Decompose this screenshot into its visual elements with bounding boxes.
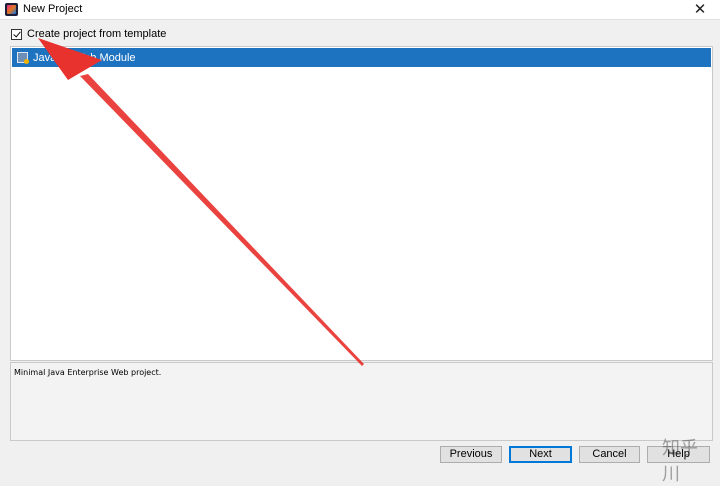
watermark-text: 知乎 川: [662, 438, 698, 485]
next-button[interactable]: Next: [509, 446, 572, 463]
create-from-template-checkbox[interactable]: [11, 28, 22, 40]
window-title: New Project: [23, 3, 83, 15]
template-description-panel: Minimal Java Enterprise Web project.: [10, 362, 713, 441]
close-button[interactable]: ✕: [680, 0, 720, 19]
intellij-app-icon: [5, 3, 18, 16]
previous-button[interactable]: Previous: [440, 446, 502, 463]
create-from-template-label[interactable]: Create project from template: [27, 28, 166, 40]
template-item-javaee-web-module[interactable]: JavaEE Web Module: [12, 48, 711, 67]
web-module-icon: [17, 52, 29, 64]
create-from-template-option[interactable]: Create project from template: [11, 27, 166, 41]
title-divider: [0, 19, 720, 20]
cancel-button[interactable]: Cancel: [579, 446, 640, 463]
template-item-label: JavaEE Web Module: [33, 51, 136, 64]
title-bar: New Project ✕: [0, 0, 720, 19]
template-list[interactable]: JavaEE Web Module: [10, 46, 713, 361]
template-description-text: Minimal Java Enterprise Web project.: [14, 368, 162, 377]
